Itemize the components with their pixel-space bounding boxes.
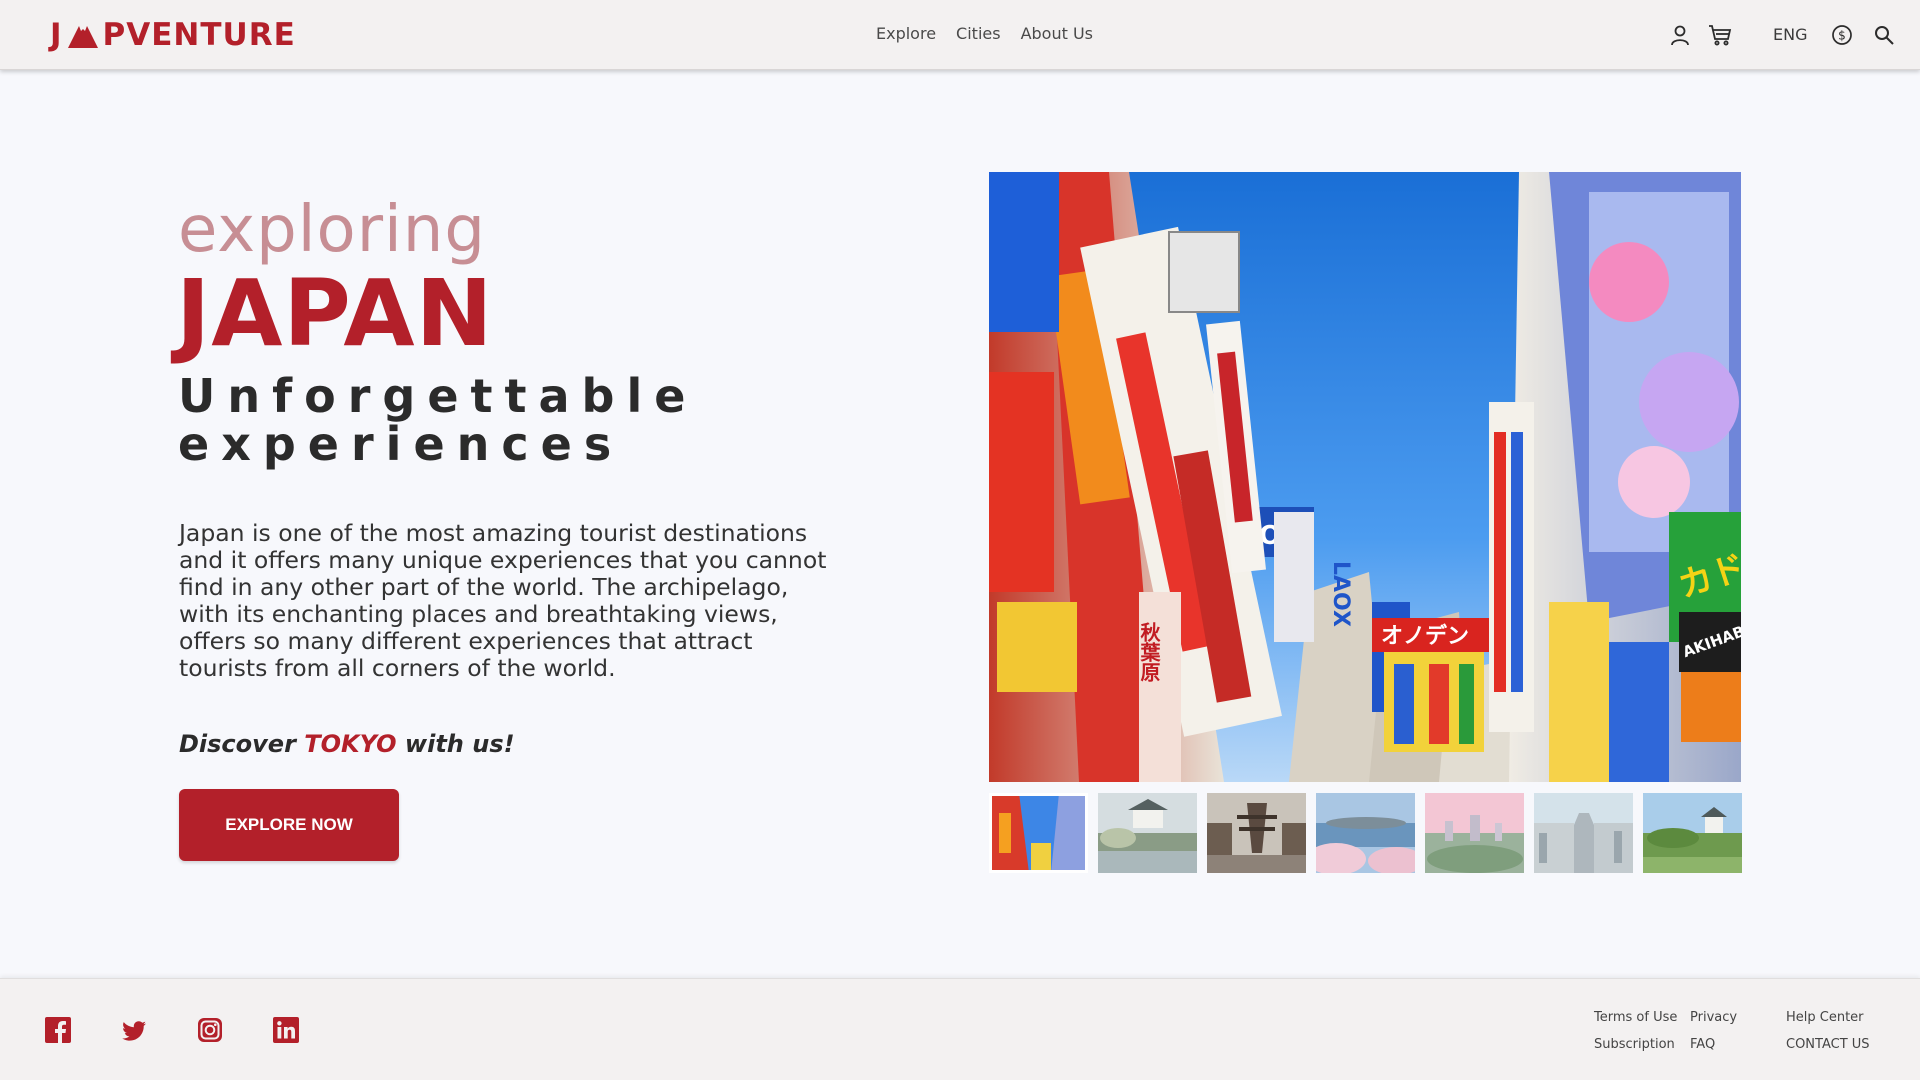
thumbnail-pagoda-street[interactable] [1207, 793, 1306, 873]
footer-link-terms[interactable]: Terms of Use [1594, 1010, 1677, 1025]
discover-prefix: Discover [179, 730, 296, 758]
nav-explore[interactable]: Explore [876, 24, 936, 43]
instagram-icon[interactable] [196, 1016, 224, 1044]
twitter-icon[interactable] [120, 1016, 148, 1044]
sign-onoden: オノデン [1381, 623, 1469, 649]
thumbnail-cherry-blossom-lake[interactable] [1316, 793, 1415, 873]
thumbnail-city-skyline[interactable] [1425, 793, 1524, 873]
footer-link-help-center[interactable]: Help Center [1786, 1010, 1864, 1025]
facebook-icon[interactable] [44, 1016, 72, 1044]
linkedin-icon[interactable] [272, 1016, 300, 1044]
thumbnail-castle-park[interactable] [1643, 793, 1742, 873]
logo-text-left: J [50, 17, 63, 53]
footer-link-faq[interactable]: FAQ [1690, 1037, 1715, 1052]
brand-logo[interactable]: J PVENTURE [50, 14, 296, 56]
nav-cities[interactable]: Cities [956, 24, 1001, 43]
hero-description: Japan is one of the most amazing tourist… [179, 519, 827, 682]
user-icon[interactable] [1668, 23, 1692, 47]
logo-text-right: PVENTURE [102, 17, 296, 53]
search-icon[interactable] [1872, 23, 1896, 47]
discover-suffix: with us! [404, 730, 515, 758]
thumbnail-castle-garden[interactable] [1098, 793, 1197, 873]
footer-link-privacy[interactable]: Privacy [1690, 1010, 1737, 1025]
thumbnail-city-avenue[interactable] [1534, 793, 1633, 873]
subtitle-line-1: Unforgettable [178, 369, 698, 423]
main-nav: Explore Cities About Us [876, 24, 1093, 43]
subtitle-line-2: experiences [178, 417, 624, 471]
thumbnail-tokyo-akihabara[interactable] [989, 793, 1088, 873]
hero-title: JAPAN [176, 260, 494, 367]
explore-now-button[interactable]: EXPLORE NOW [179, 789, 399, 861]
svg-text:$: $ [1838, 29, 1846, 43]
discover-city: TOKYO [304, 730, 397, 758]
hero-eyebrow: exploring [178, 193, 486, 267]
footer-link-contact-us[interactable]: CONTACT US [1786, 1037, 1870, 1052]
mountain-logo-icon [66, 21, 100, 49]
currency-icon[interactable]: $ [1830, 23, 1854, 47]
sign-laox: LAOX [1328, 561, 1353, 627]
main-gallery-photo: ON LAOX オノデン カド AKIHAB [989, 172, 1741, 782]
top-header: J PVENTURE Explore Cities About Us ENG $ [0, 0, 1920, 70]
language-selector[interactable]: ENG [1773, 25, 1807, 44]
nav-about-us[interactable]: About Us [1021, 24, 1093, 43]
sign-akihabara: 秋葉原 [1137, 622, 1161, 682]
gallery-thumbnails [989, 793, 1742, 873]
footer-link-subscription[interactable]: Subscription [1594, 1037, 1675, 1052]
cart-icon[interactable] [1708, 23, 1732, 47]
discover-tagline: Discover TOKYO with us! [179, 730, 515, 758]
hero-subtitle: Unforgettable experiences [178, 372, 798, 468]
